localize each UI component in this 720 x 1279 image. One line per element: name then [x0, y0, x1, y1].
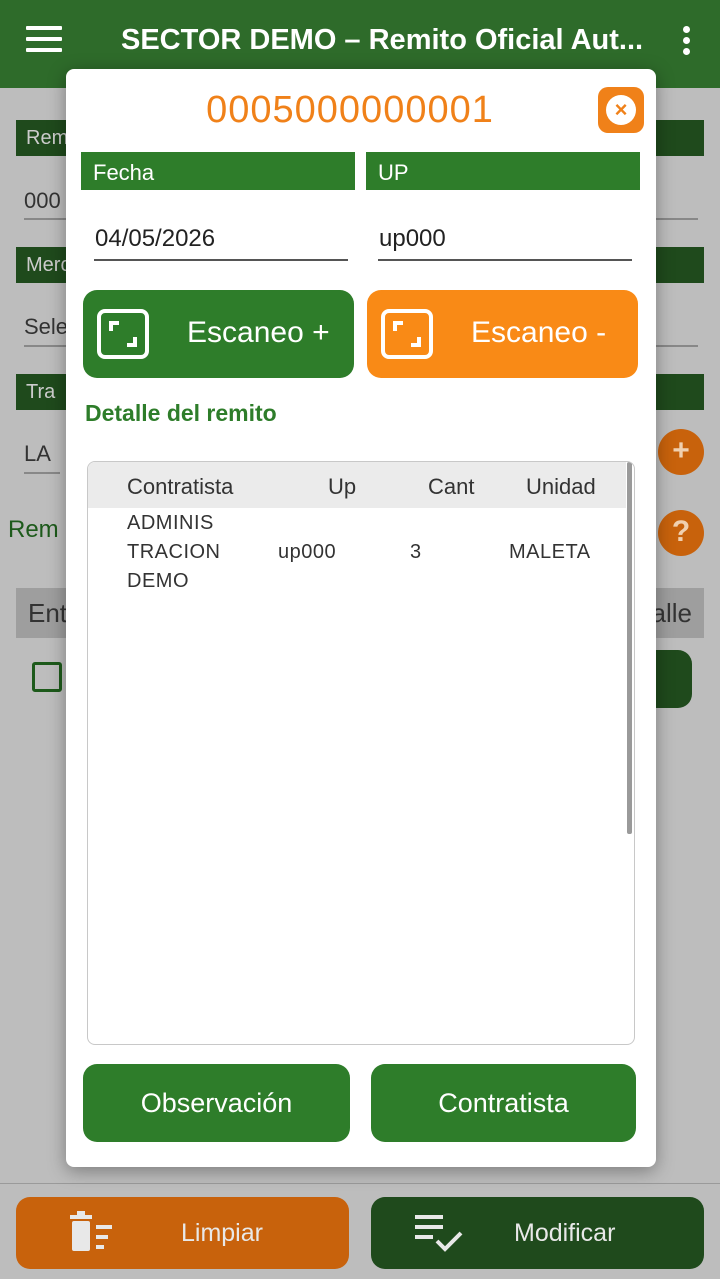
scan-plus-label: Escaneo + [187, 316, 330, 349]
table-header: Contratista Up Cant Unidad [88, 462, 626, 508]
bg-tab-left[interactable]: Ent [28, 598, 67, 628]
detail-title: Detalle del remito [85, 400, 277, 426]
bg-help-icon[interactable]: ? [658, 510, 704, 556]
detail-table: Contratista Up Cant Unidad ADMINIS TRACI… [87, 461, 635, 1045]
bg-field-value: Sele [24, 314, 69, 339]
app-title: SECTOR DEMO – Remito Oficial Aut... [121, 24, 644, 56]
up-label: UP [366, 152, 640, 190]
clear-button[interactable]: Limpiar [16, 1197, 349, 1269]
remito-dialog: 0005000000001 × Fecha UP 04/05/2026 up00… [66, 69, 656, 1167]
close-button[interactable]: × [598, 87, 644, 133]
up-field[interactable]: up000 [379, 225, 446, 253]
menu-icon[interactable] [26, 26, 62, 56]
fecha-field[interactable]: 04/05/2026 [95, 225, 215, 253]
checklist-icon [415, 1215, 463, 1252]
scan-minus-button[interactable]: Escaneo - [367, 290, 638, 378]
modify-button[interactable]: Modificar [371, 1197, 704, 1269]
scan-icon [381, 309, 433, 359]
cell-contratista-line: ADMINIS [127, 512, 214, 534]
bg-add-icon[interactable]: + [658, 429, 704, 475]
bg-field-value: 000 [24, 188, 61, 213]
bg-checkbox[interactable] [32, 662, 62, 692]
trash-icon [70, 1211, 112, 1251]
cell-contratista-line: DEMO [127, 570, 189, 592]
bg-field-underline [24, 472, 60, 474]
bg-tab-right[interactable]: alle [652, 598, 692, 629]
bottom-bar: Limpiar Modificar [0, 1183, 720, 1279]
contratista-button[interactable]: Contratista [371, 1064, 636, 1142]
col-unidad[interactable]: Unidad [526, 474, 596, 500]
table-scrollbar[interactable] [627, 462, 632, 834]
clear-label: Limpiar [181, 1219, 263, 1247]
modify-label: Modificar [514, 1219, 616, 1247]
more-options-icon[interactable] [683, 26, 693, 58]
bg-rem-text: Rem [8, 516, 59, 543]
bg-field-value: LA [24, 441, 51, 466]
col-up[interactable]: Up [328, 474, 356, 500]
fecha-underline [94, 259, 348, 261]
fecha-label: Fecha [81, 152, 355, 190]
close-icon: × [606, 95, 636, 125]
cell-cant: 3 [410, 541, 422, 563]
table-row[interactable]: ADMINIS TRACION DEMO up000 3 MALETA [88, 512, 626, 604]
scan-plus-button[interactable]: Escaneo + [83, 290, 354, 378]
cell-up: up000 [278, 541, 337, 563]
scan-minus-label: Escaneo - [471, 316, 607, 349]
dialog-title: 0005000000001 [206, 89, 494, 131]
cell-contratista-line: TRACION [127, 541, 221, 563]
up-underline [378, 259, 632, 261]
cell-unidad: MALETA [509, 541, 591, 563]
col-cant[interactable]: Cant [428, 474, 474, 500]
observacion-button[interactable]: Observación [83, 1064, 350, 1142]
col-contratista[interactable]: Contratista [127, 474, 233, 500]
scan-icon [97, 309, 149, 359]
